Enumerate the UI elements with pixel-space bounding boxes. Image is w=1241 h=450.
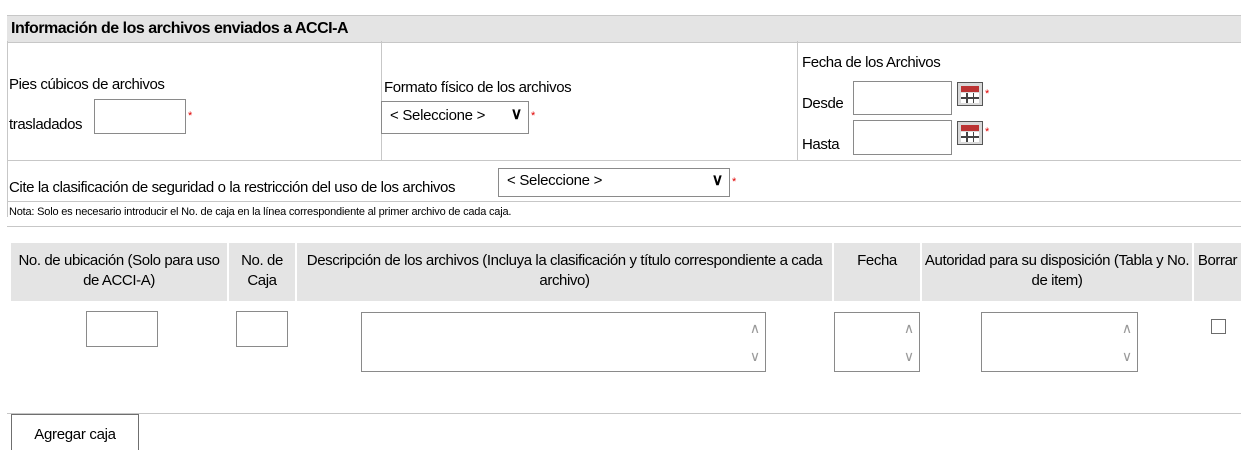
security-select[interactable]: < Seleccione > ∨ bbox=[498, 168, 730, 197]
scroll-down-icon[interactable]: ∨ bbox=[1120, 349, 1134, 363]
required-mark: * bbox=[732, 176, 737, 188]
row-divider-4 bbox=[7, 413, 1241, 414]
physical-format-value: < Seleccione > bbox=[390, 107, 486, 124]
from-date-input[interactable] bbox=[853, 81, 952, 115]
required-mark: * bbox=[531, 110, 536, 122]
security-label: Cite la clasificación de seguridad o la … bbox=[9, 179, 456, 196]
physical-format-select[interactable]: < Seleccione > ∨ bbox=[381, 101, 529, 134]
scroll-down-icon[interactable]: ∨ bbox=[902, 349, 916, 363]
section-header: Información de los archivos enviados a A… bbox=[7, 15, 1241, 43]
dates-label: Fecha de los Archivos bbox=[802, 54, 941, 71]
header-delete: Borrar bbox=[1194, 243, 1241, 301]
description-textarea[interactable]: ∧ ∨ bbox=[361, 312, 766, 372]
scroll-up-icon[interactable]: ∧ bbox=[1120, 321, 1134, 335]
row-divider-2 bbox=[7, 201, 1241, 202]
chevron-down-icon: ∨ bbox=[711, 172, 724, 189]
required-mark: * bbox=[188, 110, 193, 122]
to-label: Hasta bbox=[802, 136, 840, 153]
delete-checkbox[interactable] bbox=[1211, 319, 1226, 334]
chevron-down-icon: ∨ bbox=[510, 106, 523, 123]
row-divider-3 bbox=[7, 226, 1241, 227]
date-textarea[interactable]: ∧ ∨ bbox=[834, 312, 920, 372]
header-description: Descripción de los archivos (Incluya la … bbox=[297, 243, 832, 301]
header-authority: Autoridad para su disposición (Tabla y N… bbox=[922, 243, 1192, 301]
left-border bbox=[7, 41, 8, 217]
column-divider-2 bbox=[797, 41, 798, 160]
cubic-feet-label: Pies cúbicos de archivos bbox=[9, 76, 165, 93]
calendar-icon[interactable] bbox=[957, 82, 983, 106]
cubic-feet-label-2: trasladados bbox=[9, 116, 83, 133]
security-value: < Seleccione > bbox=[507, 172, 603, 189]
scroll-down-icon[interactable]: ∨ bbox=[748, 349, 762, 363]
physical-format-label: Formato físico de los archivos bbox=[384, 79, 572, 96]
scroll-up-icon[interactable]: ∧ bbox=[748, 321, 762, 335]
section-title: Información de los archivos enviados a A… bbox=[11, 20, 349, 37]
add-box-button[interactable]: Agregar caja bbox=[11, 414, 139, 450]
header-box: No. de Caja bbox=[229, 243, 295, 301]
calendar-icon[interactable] bbox=[957, 121, 983, 145]
to-date-input[interactable] bbox=[853, 120, 952, 155]
authority-textarea[interactable]: ∧ ∨ bbox=[981, 312, 1138, 372]
required-mark: * bbox=[985, 126, 990, 138]
cubic-feet-input[interactable] bbox=[94, 99, 186, 134]
note-text: Nota: Solo es necesario introducir el No… bbox=[9, 206, 512, 218]
box-number-input[interactable] bbox=[236, 311, 288, 347]
header-location: No. de ubicación (Solo para uso de ACCI-… bbox=[11, 243, 227, 301]
required-mark: * bbox=[985, 88, 990, 100]
scroll-up-icon[interactable]: ∧ bbox=[902, 321, 916, 335]
header-date: Fecha bbox=[834, 243, 920, 301]
location-input[interactable] bbox=[86, 311, 158, 347]
from-label: Desde bbox=[802, 95, 844, 112]
row-divider-1 bbox=[7, 160, 1241, 161]
